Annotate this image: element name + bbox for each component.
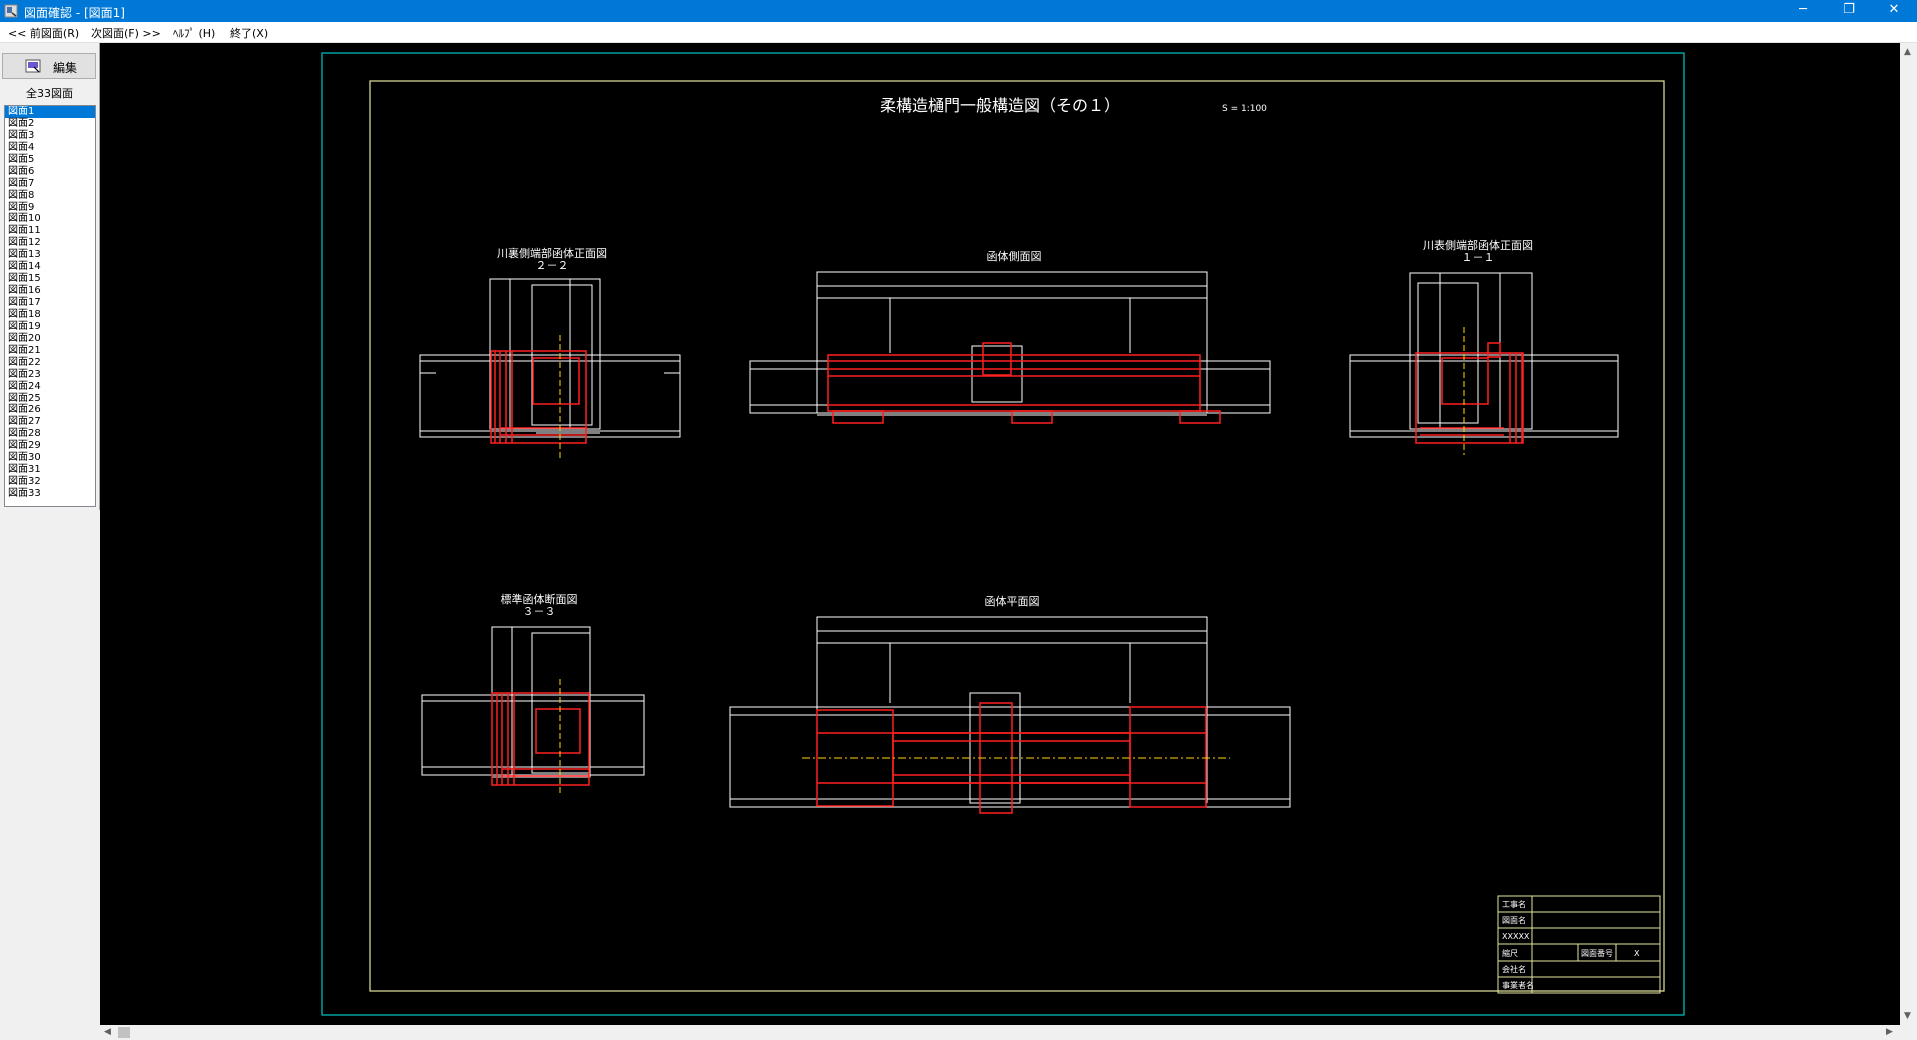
horizontal-scroll-thumb[interactable] — [118, 1027, 130, 1038]
drawing-list-item[interactable]: 図面28 — [5, 428, 95, 440]
drawing-list-item[interactable]: 図面27 — [5, 416, 95, 428]
drawing-list-item[interactable]: 図面7 — [5, 178, 95, 190]
drawing-list-item[interactable]: 図面2 — [5, 118, 95, 130]
edit-button-label: 編集 — [53, 61, 78, 75]
title-block-row6: 事業者名 — [1502, 980, 1534, 990]
view-label-2: 函体側面図 — [987, 249, 1042, 263]
app-icon — [4, 4, 18, 18]
view3-structure — [1415, 342, 1524, 444]
view4-structure — [491, 692, 590, 786]
close-button[interactable]: ✕ — [1871, 0, 1917, 22]
drawing-list-item[interactable]: 図面10 — [5, 213, 95, 225]
drawing-list-item[interactable]: 図面20 — [5, 333, 95, 345]
view-label-5: 函体平面図 — [985, 594, 1040, 608]
drawing-scale: S = 1:100 — [1222, 104, 1267, 114]
drawing-list-item[interactable]: 図面17 — [5, 297, 95, 309]
drawing-list-item[interactable]: 図面4 — [5, 142, 95, 154]
drawing-list-item[interactable]: 図面8 — [5, 190, 95, 202]
drawing-list-item[interactable]: 図面11 — [5, 225, 95, 237]
drawing-list-item[interactable]: 図面1 — [5, 106, 95, 118]
drawing-list-item[interactable]: 図面30 — [5, 452, 95, 464]
title-block-row3: XXXXX — [1502, 932, 1530, 941]
outer-frame — [321, 52, 1685, 1016]
edit-icon — [25, 59, 41, 73]
view-section-4: ３－３ — [523, 605, 556, 618]
drawing-count: 全33図面 — [26, 87, 73, 100]
menu-prev-drawing[interactable]: << 前図面(R) — [8, 25, 79, 41]
drawing-canvas[interactable]: 柔構造樋門一般構造図（その１） S = 1:100 川裏側端部函体正面図 ２－２… — [100, 43, 1900, 1025]
drawing-list-item[interactable]: 図面19 — [5, 321, 95, 333]
title-block — [1497, 895, 1661, 994]
menu-help[interactable]: ﾍﾙﾌﾟ (H) — [173, 25, 215, 41]
drawing-list-item[interactable]: 図面14 — [5, 261, 95, 273]
drawing-list-item[interactable]: 図面15 — [5, 273, 95, 285]
view-section-1: ２－２ — [536, 259, 569, 272]
drawing-list-item[interactable]: 図面31 — [5, 464, 95, 476]
drawing-list-item[interactable]: 図面23 — [5, 369, 95, 381]
drawing-list-item[interactable]: 図面9 — [5, 202, 95, 214]
view-label-4: 標準函体断面図 — [501, 592, 578, 606]
title-block-row2: 図面名 — [1502, 915, 1526, 925]
drawing-list-item[interactable]: 図面16 — [5, 285, 95, 297]
drawing-list-item[interactable]: 図面5 — [5, 154, 95, 166]
restore-button[interactable]: ❐ — [1826, 0, 1872, 22]
drawing-list-item[interactable]: 図面25 — [5, 393, 95, 405]
scroll-right-icon[interactable]: ▶ — [1886, 1027, 1893, 1037]
view-section-3: １－１ — [1462, 251, 1495, 264]
inner-frame — [369, 80, 1665, 992]
scroll-left-icon[interactable]: ◀ — [104, 1027, 111, 1037]
horizontal-scrollbar[interactable]: ◀ ▶ — [100, 1025, 1900, 1040]
view-standard-section — [421, 626, 645, 778]
title-block-row4-right: X — [1634, 949, 1640, 958]
scroll-up-icon[interactable]: ▲ — [1904, 47, 1911, 57]
title-bar: 図面確認 - [図面1] ─ ❐ ✕ — [0, 0, 1917, 22]
sidebar: 編集 全33図面 図面1 図面2 図面3 図面4 図面5 図面6 図面7 図面8 図面9 図面10… — [0, 43, 100, 510]
menu-bar: << 前図面(R) 次図面(F) >> ﾍﾙﾌﾟ (H) 終了(X) — [0, 22, 1917, 43]
drawing-list-item[interactable]: 図面22 — [5, 357, 95, 369]
drawing-list-item[interactable]: 図面33 — [5, 488, 95, 500]
view-label-3: 川表側端部函体正面図 — [1423, 238, 1533, 252]
window-title: 図面確認 - [図面1] — [24, 6, 125, 20]
cad-drawing: 柔構造樋門一般構造図（その１） S = 1:100 川裏側端部函体正面図 ２－２… — [321, 52, 1685, 1016]
drawing-list-item[interactable]: 図面24 — [5, 381, 95, 393]
drawing-list-item[interactable]: 図面13 — [5, 249, 95, 261]
vertical-scrollbar[interactable]: ▲ ▼ — [1900, 43, 1917, 1025]
view-front-upstream — [1349, 272, 1619, 438]
title-block-row4-mid: 図面番号 — [1581, 948, 1613, 958]
title-block-row1: 工事名 — [1502, 899, 1526, 909]
view2-structure — [827, 342, 1221, 424]
title-block-row4: 縮尺 — [1502, 948, 1518, 958]
drawing-title: 柔構造樋門一般構造図（その１） — [880, 96, 1120, 115]
drawing-list[interactable]: 図面1 図面2 図面3 図面4 図面5 図面6 図面7 図面8 図面9 図面10 図面11 図面12 図… — [4, 105, 96, 507]
menu-next-drawing[interactable]: 次図面(F) >> — [91, 25, 161, 41]
scroll-down-icon[interactable]: ▼ — [1904, 1011, 1911, 1021]
drawing-list-item[interactable]: 図面6 — [5, 166, 95, 178]
menu-exit[interactable]: 終了(X) — [230, 25, 268, 41]
title-block-row5: 会社名 — [1502, 964, 1526, 974]
drawing-list-item[interactable]: 図面3 — [5, 130, 95, 142]
edit-button[interactable]: 編集 — [2, 53, 96, 79]
view-label-1: 川裏側端部函体正面図 — [497, 246, 607, 260]
drawing-list-item[interactable]: 図面12 — [5, 237, 95, 249]
drawing-list-item[interactable]: 図面21 — [5, 345, 95, 357]
minimize-button[interactable]: ─ — [1780, 0, 1826, 22]
drawing-list-item[interactable]: 図面32 — [5, 476, 95, 488]
drawing-list-item[interactable]: 図面18 — [5, 309, 95, 321]
drawing-list-item[interactable]: 図面26 — [5, 404, 95, 416]
scroll-corner — [1900, 1025, 1917, 1040]
drawing-list-item[interactable]: 図面29 — [5, 440, 95, 452]
